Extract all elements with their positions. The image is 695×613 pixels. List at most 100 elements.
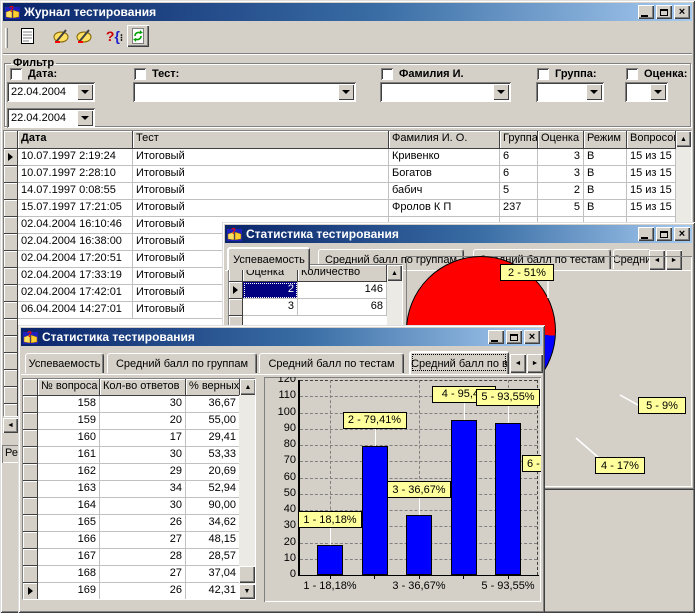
row-selector[interactable]	[23, 481, 38, 498]
cell[interactable]: 146	[298, 282, 387, 299]
close-icon[interactable]: ×	[524, 330, 540, 344]
row-selector[interactable]	[229, 299, 243, 316]
scroll-left-icon[interactable]: ◄	[3, 418, 18, 433]
cell[interactable]: 163	[38, 481, 100, 498]
cell[interactable]: 53,33	[186, 447, 240, 464]
filter-grade-checkbox[interactable]	[626, 68, 638, 80]
cell[interactable]: Богатов	[389, 166, 500, 183]
row-selector[interactable]	[4, 319, 18, 336]
cell[interactable]: 168	[38, 566, 100, 583]
cell[interactable]: 20,69	[186, 464, 240, 481]
row-selector[interactable]	[23, 515, 38, 532]
cell[interactable]: 164	[38, 498, 100, 515]
close-icon[interactable]: ×	[674, 227, 690, 241]
column-header-7[interactable]: Вопросов	[627, 131, 676, 149]
tab-1[interactable]: Успеваемость	[25, 353, 104, 373]
filter-date-checkbox[interactable]	[10, 68, 22, 80]
filter-test-checkbox[interactable]	[134, 68, 146, 80]
cell[interactable]: 161	[38, 447, 100, 464]
cell[interactable]: 02.04.2004 16:38:00	[18, 234, 133, 251]
minimize-icon[interactable]	[638, 227, 654, 241]
chevron-down-icon[interactable]	[77, 110, 93, 126]
tab-3[interactable]: Средний балл по тестам	[259, 353, 404, 373]
column-header-1[interactable]: Дата	[18, 131, 133, 149]
chevron-down-icon[interactable]	[650, 84, 666, 100]
row-selector[interactable]	[4, 268, 18, 285]
column-header-1[interactable]: № вопроса	[38, 379, 100, 396]
row-selector[interactable]	[23, 532, 38, 549]
row-selector[interactable]	[23, 583, 38, 600]
row-selector[interactable]	[4, 353, 18, 370]
cell[interactable]: 90,00	[186, 498, 240, 515]
cell[interactable]: 6	[500, 166, 538, 183]
question-stats-button[interactable]: ?{⁝	[102, 25, 126, 47]
column-header-2[interactable]: Кол-во ответов	[100, 379, 186, 396]
filter-surname-checkbox[interactable]	[381, 68, 393, 80]
tab-1[interactable]: Успеваемость	[227, 247, 310, 270]
tab-4[interactable]: Средний балл по в	[409, 351, 509, 374]
grade-combobox[interactable]	[625, 82, 668, 102]
cell[interactable]: 28,57	[186, 549, 240, 566]
maximize-icon[interactable]	[506, 330, 522, 344]
column-header-3[interactable]: % верных	[186, 379, 240, 396]
scroll-thumb[interactable]	[239, 566, 255, 583]
close-icon[interactable]: ×	[674, 5, 690, 19]
vertical-scrollbar[interactable]	[387, 281, 402, 327]
row-selector[interactable]	[4, 166, 18, 183]
cell[interactable]: 27	[100, 566, 186, 583]
cell[interactable]: Итоговый	[133, 149, 389, 166]
cell[interactable]: 160	[38, 430, 100, 447]
cell[interactable]: 27	[100, 532, 186, 549]
cell[interactable]: 15 из 15	[627, 166, 676, 183]
chevron-down-icon[interactable]	[338, 84, 354, 100]
row-selector[interactable]	[229, 282, 243, 299]
tab-2[interactable]: Средний балл по группам	[107, 353, 257, 373]
toolbar-grip[interactable]	[5, 28, 8, 48]
cell[interactable]: Итоговый	[133, 200, 389, 217]
cell[interactable]: 02.04.2004 16:10:46	[18, 217, 133, 234]
cell[interactable]: 2	[538, 183, 584, 200]
cell[interactable]: 02.04.2004 17:42:01	[18, 285, 133, 302]
date-from-combobox[interactable]: 22.04.2004	[7, 82, 95, 102]
cell[interactable]: 237	[500, 200, 538, 217]
row-selector[interactable]	[4, 234, 18, 251]
edit-answers-button[interactable]	[72, 25, 96, 47]
row-selector[interactable]	[4, 387, 18, 404]
cell[interactable]: 02.04.2004 17:20:51	[18, 251, 133, 268]
cell[interactable]: 30	[100, 498, 186, 515]
date-to-combobox[interactable]: 22.04.2004	[7, 108, 95, 128]
cell[interactable]: 30	[100, 396, 186, 413]
cell[interactable]: 34	[100, 481, 186, 498]
journal-titlebar[interactable]: ? Журнал тестирования ×	[3, 3, 692, 21]
cell[interactable]: 169	[38, 583, 100, 600]
row-selector[interactable]	[4, 336, 18, 353]
chevron-down-icon[interactable]	[77, 84, 93, 100]
surname-combobox[interactable]	[380, 82, 511, 102]
cell[interactable]: Итоговый	[133, 183, 389, 200]
cell[interactable]: 06.04.2004 14:27:01	[18, 302, 133, 319]
stats-back-titlebar[interactable]: ? Статистика тестирования ×	[225, 225, 692, 243]
scroll-up-icon[interactable]: ▲	[240, 379, 256, 395]
row-selector[interactable]	[23, 447, 38, 464]
row-selector[interactable]	[4, 200, 18, 217]
maximize-icon[interactable]	[656, 5, 672, 19]
cell[interactable]: 3	[538, 149, 584, 166]
cell[interactable]: 5	[500, 183, 538, 200]
cell[interactable]: 36,67	[186, 396, 240, 413]
cell[interactable]: 15 из 15	[627, 200, 676, 217]
cell[interactable]: 14.07.1997 0:08:55	[18, 183, 133, 200]
cell[interactable]: 3	[243, 299, 298, 316]
row-selector[interactable]	[4, 302, 18, 319]
cell[interactable]: 15 из 15	[627, 149, 676, 166]
tab-scroll-left-icon[interactable]: ◄	[510, 354, 526, 373]
row-selector[interactable]	[4, 285, 18, 302]
cell[interactable]: 26	[100, 583, 186, 600]
cell[interactable]: 15 из 15	[627, 183, 676, 200]
maximize-icon[interactable]	[656, 227, 672, 241]
cell[interactable]: 52,94	[186, 481, 240, 498]
report-button[interactable]	[15, 25, 39, 47]
chevron-down-icon[interactable]	[493, 84, 509, 100]
row-selector[interactable]	[23, 464, 38, 481]
edit-results-button[interactable]	[49, 25, 73, 47]
column-header-2[interactable]: Тест	[133, 131, 389, 149]
